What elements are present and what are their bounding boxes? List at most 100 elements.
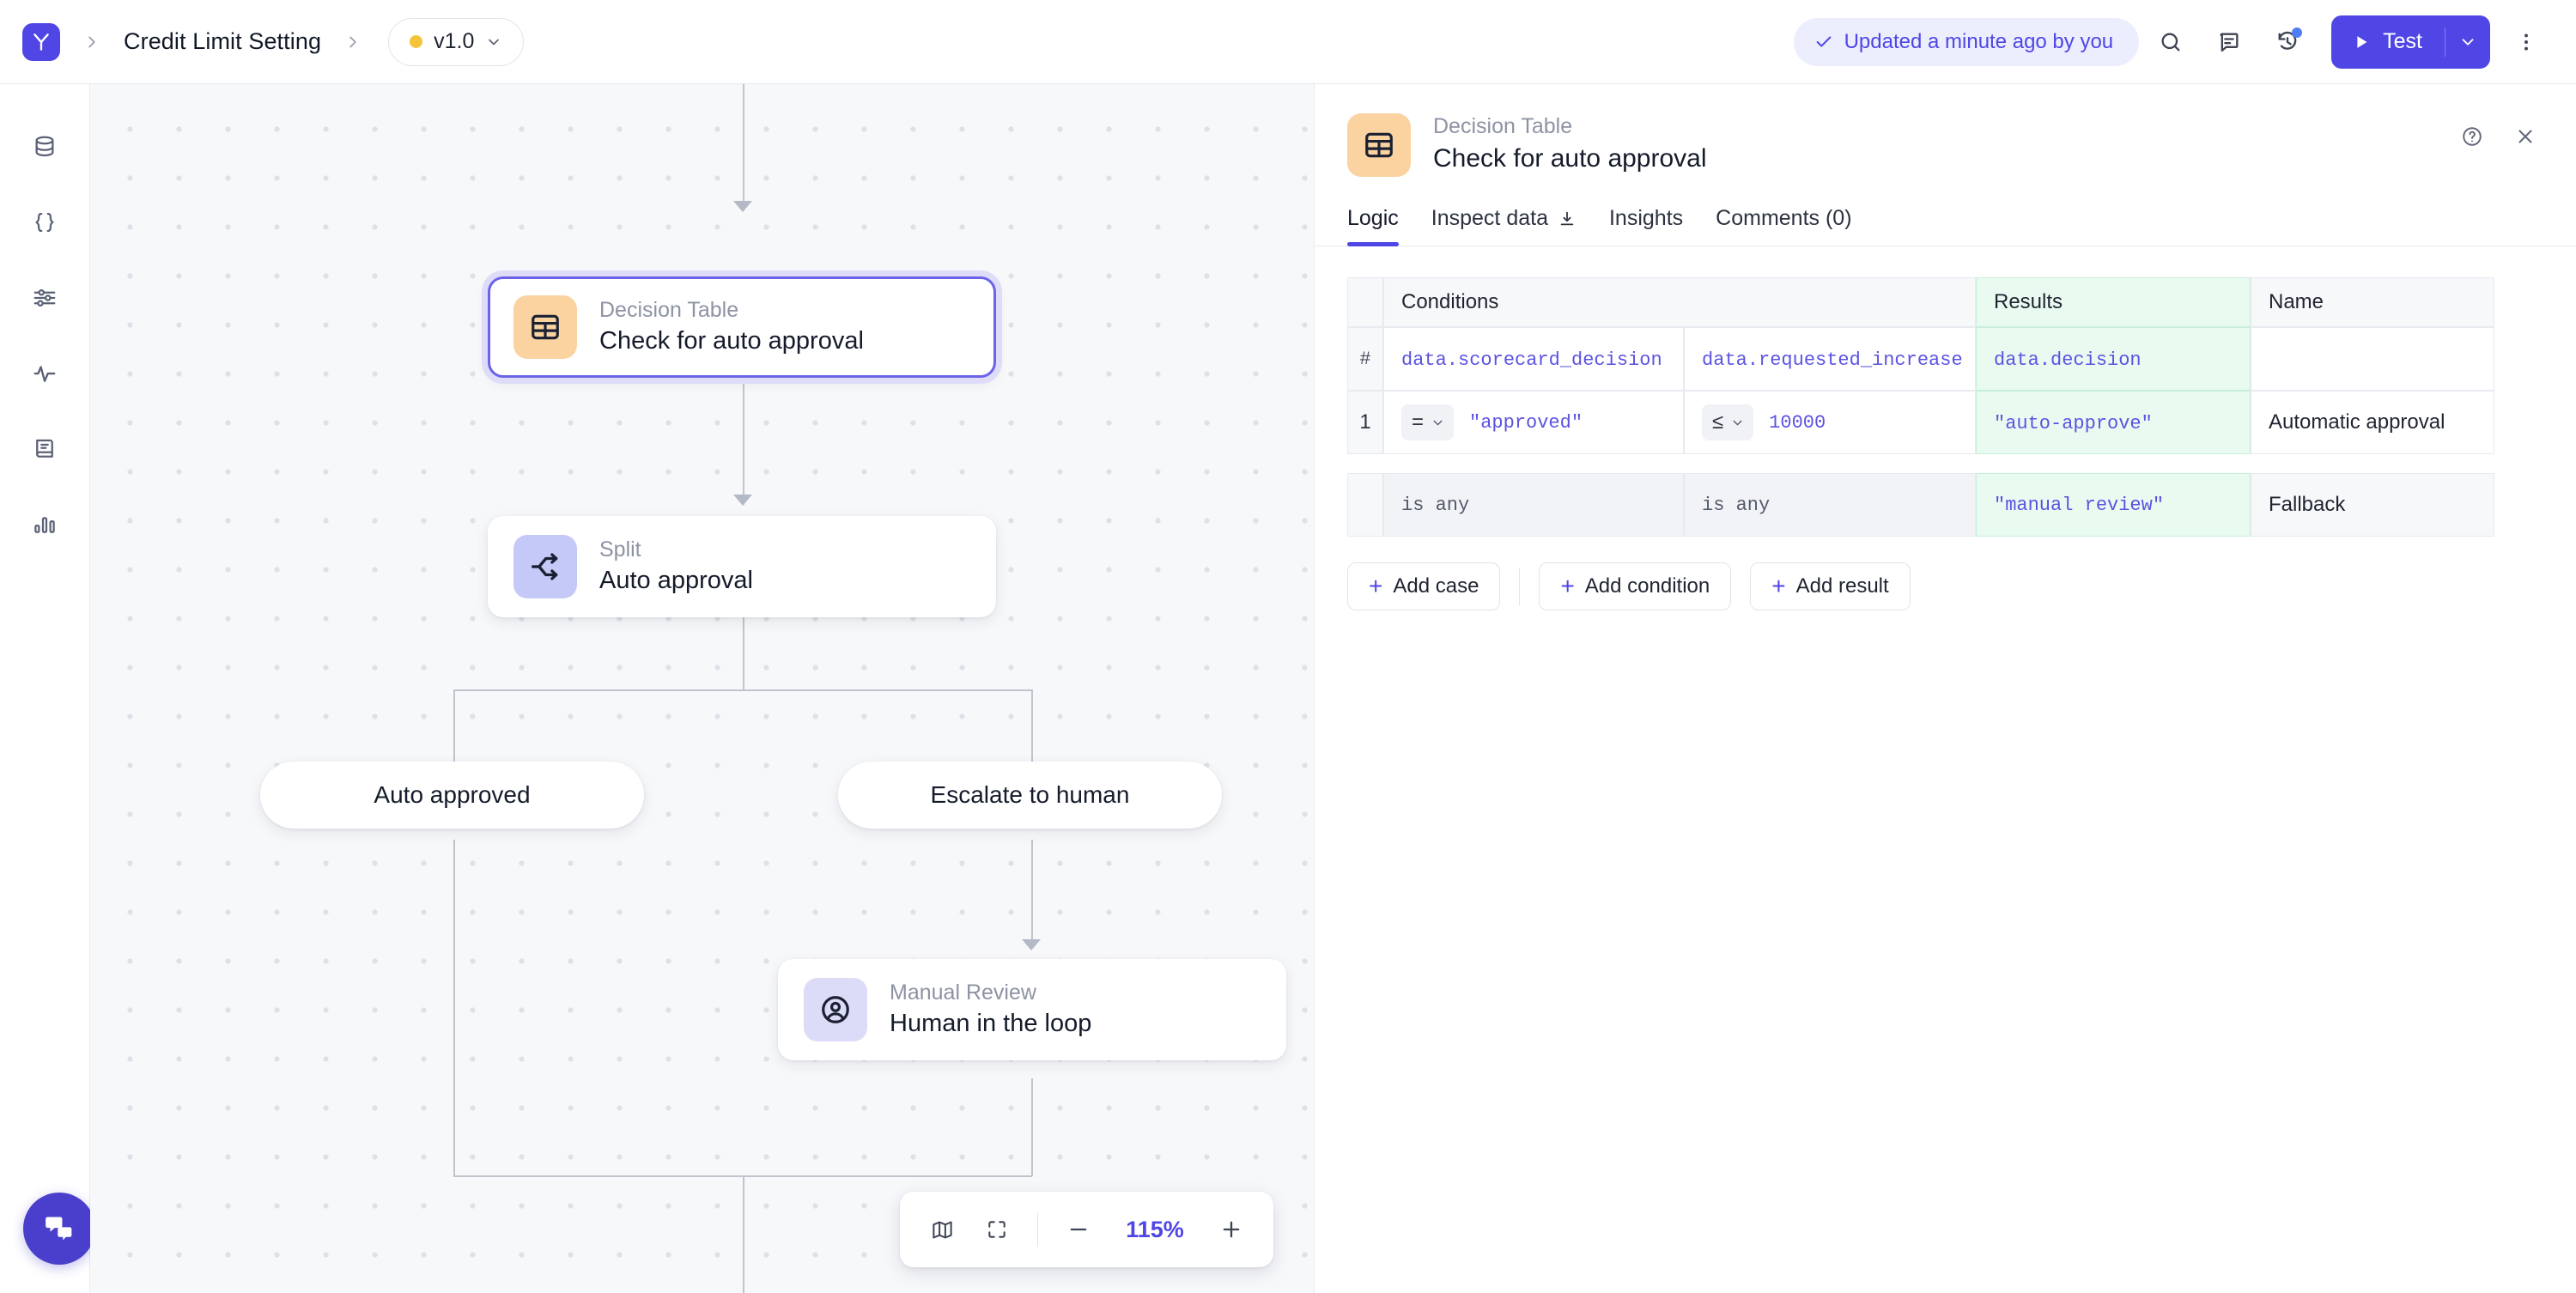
breadcrumb-title[interactable]: Credit Limit Setting: [124, 28, 321, 55]
case-condition-2[interactable]: ≤ 10000: [1684, 391, 1976, 454]
play-icon: [2352, 33, 2371, 52]
details-panel-tabs: Logic Inspect data Insights Comments (0): [1315, 206, 2576, 246]
node-subtitle: Decision Table: [599, 298, 864, 324]
edge-top-to-decision: [743, 84, 744, 204]
zoom-out-button[interactable]: [1054, 1205, 1103, 1254]
operator-select-condition-2[interactable]: ≤: [1702, 404, 1753, 440]
field-condition-2-label: data.requested_increase: [1702, 349, 1963, 371]
sidebar-item-data[interactable]: [16, 118, 73, 175]
spacer-cell: [2251, 454, 2494, 473]
plus-icon: +: [1771, 574, 1785, 598]
more-vertical-icon: [2515, 31, 2537, 53]
comments-button[interactable]: [2202, 15, 2256, 69]
arrow-into-decision: [733, 201, 752, 212]
fallback-name[interactable]: Fallback: [2251, 473, 2494, 537]
condition-2-value[interactable]: 10000: [1769, 412, 1826, 434]
field-condition-1[interactable]: data.scorecard_decision: [1383, 327, 1684, 391]
edge-split-horizontal: [453, 689, 1032, 691]
tab-comments[interactable]: Comments (0): [1716, 206, 1851, 246]
case-number: 1: [1347, 391, 1383, 454]
actions-divider: [1519, 568, 1520, 605]
edge-left-branch-down: [453, 840, 455, 1176]
add-case-button[interactable]: + Add case: [1347, 562, 1500, 610]
fallback-result[interactable]: "manual review": [1976, 473, 2251, 537]
history-notification-dot: [2292, 27, 2302, 38]
save-status-badge: Updated a minute ago by you: [1794, 18, 2140, 66]
help-button[interactable]: [2452, 117, 2492, 156]
close-panel-button[interactable]: [2506, 117, 2545, 156]
tab-inspect-data[interactable]: Inspect data: [1431, 206, 1577, 246]
node-subtitle: Manual Review: [890, 980, 1091, 1006]
sidebar-item-parameters[interactable]: [16, 270, 73, 326]
history-button[interactable]: [2261, 15, 2314, 69]
minimap-button[interactable]: [917, 1205, 967, 1254]
node-subtitle: Split: [599, 537, 753, 563]
tab-logic[interactable]: Logic: [1347, 206, 1399, 246]
group-header-name: Name: [2251, 277, 2494, 327]
minus-icon: [1066, 1217, 1091, 1241]
brand-logo-icon[interactable]: [22, 23, 60, 61]
test-options-button[interactable]: [2445, 15, 2490, 69]
branch-pill-label: Escalate to human: [931, 781, 1130, 809]
field-condition-2[interactable]: data.requested_increase: [1684, 327, 1976, 391]
edge-right-branch-down: [1031, 840, 1033, 944]
flow-canvas[interactable]: Decision Table Check for auto approval S…: [90, 84, 1314, 1293]
zoom-toolbar: 115%: [900, 1192, 1273, 1267]
more-options-button[interactable]: [2502, 15, 2550, 69]
breadcrumb-separator-2: [343, 33, 362, 52]
node-split[interactable]: Split Auto approval: [488, 516, 996, 617]
case-result-value: "auto-approve": [1994, 413, 2153, 434]
details-panel-title[interactable]: Check for auto approval: [1433, 143, 1707, 175]
field-result[interactable]: data.decision: [1976, 327, 2251, 391]
zoom-in-button[interactable]: [1206, 1205, 1256, 1254]
test-button-group: Test: [2331, 15, 2490, 69]
tab-insights[interactable]: Insights: [1609, 206, 1683, 246]
sidebar-item-monitoring[interactable]: [16, 345, 73, 402]
activity-pulse-icon: [32, 361, 58, 386]
chat-bubbles-icon: [39, 1209, 79, 1248]
branch-pill-escalate-to-human[interactable]: Escalate to human: [838, 762, 1222, 829]
add-condition-label: Add condition: [1585, 574, 1710, 598]
chevron-down-icon: [1730, 416, 1745, 430]
chat-support-button[interactable]: [23, 1193, 95, 1265]
branch-pill-auto-approved[interactable]: Auto approved: [260, 762, 644, 829]
decision-table-head: Conditions Results Name # data.scorecard…: [1347, 277, 2494, 391]
case-name[interactable]: Automatic approval: [2251, 391, 2494, 454]
add-condition-button[interactable]: + Add condition: [1539, 562, 1731, 610]
version-label: v1.0: [434, 29, 474, 54]
case-condition-1[interactable]: = "approved": [1383, 391, 1684, 454]
top-bar-actions: Updated a minute ago by you: [1794, 15, 2550, 69]
zoom-level-label[interactable]: 115%: [1109, 1217, 1201, 1243]
test-button[interactable]: Test: [2331, 15, 2445, 69]
field-condition-1-label: data.scorecard_decision: [1401, 349, 1662, 371]
tab-label: Inspect data: [1431, 206, 1548, 231]
spacer-cell: [1383, 454, 1684, 473]
decision-table-actions: + Add case + Add condition + Add result: [1315, 537, 2576, 610]
fit-to-screen-button[interactable]: [972, 1205, 1022, 1254]
left-sidebar: [0, 84, 90, 1293]
sidebar-item-docs[interactable]: [16, 421, 73, 477]
edge-manual-review-down: [1031, 1078, 1033, 1176]
table-icon: [513, 295, 577, 359]
node-decision-table[interactable]: Decision Table Check for auto approval: [488, 276, 996, 378]
node-manual-review[interactable]: Manual Review Human in the loop: [778, 959, 1286, 1060]
download-icon[interactable]: [1558, 209, 1577, 228]
add-result-button[interactable]: + Add result: [1750, 562, 1910, 610]
tab-label: Logic: [1347, 206, 1399, 231]
table-row[interactable]: 1 = "approved": [1347, 391, 2494, 454]
check-icon: [1814, 33, 1833, 52]
node-title: Check for auto approval: [599, 326, 864, 356]
case-result[interactable]: "auto-approve": [1976, 391, 2251, 454]
condition-1-value[interactable]: "approved": [1469, 412, 1583, 434]
operator-select-condition-1[interactable]: =: [1401, 404, 1454, 440]
book-icon: [32, 436, 58, 462]
details-panel-header: Decision Table Check for auto approval: [1315, 84, 2576, 177]
version-selector[interactable]: v1.0: [388, 18, 524, 66]
spacer-cell: [1347, 454, 1383, 473]
condition-1-cell: = "approved": [1401, 404, 1666, 440]
sidebar-item-code[interactable]: [16, 194, 73, 251]
table-row-fallback[interactable]: is any is any "manual review" Fallback: [1347, 473, 2494, 537]
search-button[interactable]: [2144, 15, 2197, 69]
sidebar-item-analytics[interactable]: [16, 496, 73, 553]
app-body: Decision Table Check for auto approval S…: [0, 84, 2576, 1293]
